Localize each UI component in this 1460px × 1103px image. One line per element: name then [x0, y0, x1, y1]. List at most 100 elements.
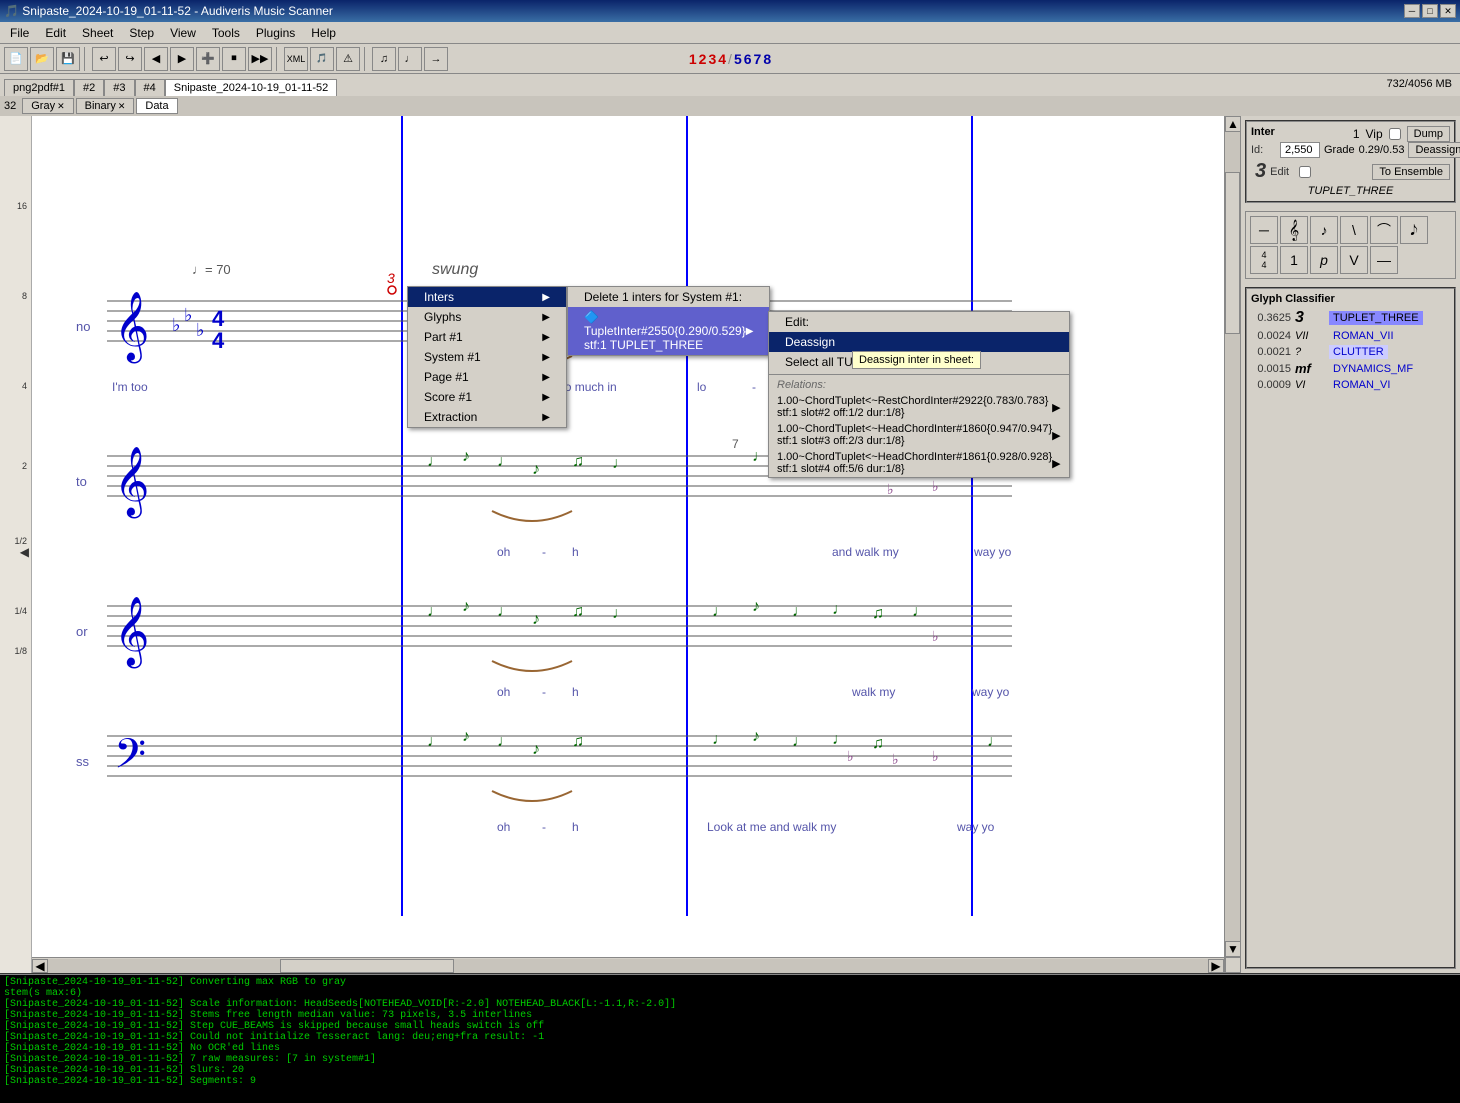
h-scroll-track[interactable] — [48, 959, 1208, 973]
midi-button[interactable]: 🎵 — [310, 47, 334, 71]
warn-button[interactable]: ⚠ — [336, 47, 360, 71]
sym-curved[interactable]: ⌒ — [1370, 216, 1398, 244]
save-button[interactable]: 💾 — [56, 47, 80, 71]
menu-file[interactable]: File — [2, 24, 37, 42]
rel2-arrow: ▶ — [1052, 429, 1060, 442]
v-scrollbar[interactable]: ▲ ▼ — [1224, 116, 1240, 973]
svg-text:to: to — [76, 474, 87, 489]
tab-png2pdf1[interactable]: png2pdf#1 — [4, 79, 74, 96]
undo-button[interactable]: ↩ — [92, 47, 116, 71]
ctx-page1[interactable]: Page #1 ▶ — [408, 367, 566, 387]
ctx-inters[interactable]: Inters ▶ — [408, 287, 566, 307]
step-8: 8 — [763, 51, 771, 67]
glyph-name-2[interactable]: CLUTTER — [1329, 345, 1388, 359]
h-scroll-left[interactable]: ◀ — [32, 959, 48, 973]
sym-dash[interactable]: — — [1370, 246, 1398, 274]
sym-v[interactable]: V — [1340, 246, 1368, 274]
menu-step[interactable]: Step — [121, 24, 162, 42]
stop-button[interactable]: ⏹ — [222, 47, 246, 71]
ctx-glyphs[interactable]: Glyphs ▶ — [408, 307, 566, 327]
relation-2[interactable]: 1.00~ChordTuplet<~HeadChordInter#1860{0.… — [769, 421, 1069, 449]
sym-semiquaver[interactable]: 𝅘𝅥𝅮 — [1400, 216, 1428, 244]
to-ensemble-button[interactable]: To Ensemble — [1372, 164, 1450, 180]
svg-text:♭: ♭ — [932, 478, 939, 494]
deassign-button[interactable]: Deassign — [1408, 142, 1460, 158]
log-area[interactable]: [Snipaste_2024-10-19_01-11-52] Convertin… — [0, 973, 1460, 1103]
menu-sheet[interactable]: Sheet — [74, 24, 121, 42]
maximize-button[interactable]: □ — [1422, 4, 1438, 18]
glyph-roman-3: mf — [1295, 361, 1325, 376]
tab-3[interactable]: #3 — [104, 79, 134, 96]
tab-4[interactable]: #4 — [135, 79, 165, 96]
inter-vip-checkbox[interactable] — [1389, 128, 1401, 140]
open-button[interactable]: 📂 — [30, 47, 54, 71]
sym-eighth[interactable]: ♪ — [1310, 216, 1338, 244]
sym-treble[interactable]: 𝄞 — [1280, 216, 1308, 244]
ctx-edit[interactable]: Edit: — [769, 312, 1069, 332]
xml-button[interactable]: XML — [284, 47, 308, 71]
tab-snipaste[interactable]: Snipaste_2024-10-19_01-11-52 — [165, 79, 338, 96]
inter-id-value: 2,550 — [1280, 142, 1320, 158]
menu-plugins[interactable]: Plugins — [248, 24, 303, 42]
h-scroll-thumb[interactable] — [280, 959, 454, 973]
ctx-deassign[interactable]: Deassign — [769, 332, 1069, 352]
sep2 — [276, 47, 280, 71]
tab-2[interactable]: #2 — [74, 79, 104, 96]
svg-text:♪: ♪ — [532, 741, 540, 758]
relation-3[interactable]: 1.00~ChordTuplet<~HeadChordInter#1861{0.… — [769, 449, 1069, 477]
sub-tab-gray[interactable]: Gray ✕ — [22, 98, 73, 114]
h-scroll-right[interactable]: ▶ — [1208, 959, 1224, 973]
redo-button[interactable]: ↪ — [118, 47, 142, 71]
v-scroll-track[interactable] — [1225, 132, 1240, 941]
sym-44[interactable]: 44 — [1250, 246, 1278, 274]
music-button[interactable]: ♫ — [372, 47, 396, 71]
glyph-name-1[interactable]: ROMAN_VII — [1329, 329, 1398, 343]
svg-text:♪: ♪ — [462, 448, 470, 465]
sub-tab-data[interactable]: Data — [136, 98, 177, 114]
run-button[interactable]: ▶▶ — [248, 47, 272, 71]
arrow-button[interactable]: → — [424, 47, 448, 71]
inter-edit-checkbox[interactable] — [1299, 166, 1311, 178]
v-scroll-down[interactable]: ▼ — [1225, 941, 1241, 957]
back-button[interactable]: ◀ — [144, 47, 168, 71]
glyph-name-0[interactable]: TUPLET_THREE — [1329, 311, 1423, 325]
minimize-button[interactable]: ─ — [1404, 4, 1420, 18]
gray-close[interactable]: ✕ — [57, 101, 65, 112]
sym-1[interactable]: 1 — [1280, 246, 1308, 274]
dump-button[interactable]: Dump — [1407, 126, 1450, 142]
ctx-tuplet-item[interactable]: 🔷 TupletInter#2550{0.290/0.529} stf:1 TU… — [568, 307, 769, 355]
new-button[interactable]: 📄 — [4, 47, 28, 71]
v-scroll-thumb[interactable] — [1225, 172, 1240, 334]
note-button[interactable]: ♩ — [398, 47, 422, 71]
step-2: 2 — [699, 51, 707, 67]
close-button[interactable]: ✕ — [1440, 4, 1456, 18]
relation-1[interactable]: 1.00~ChordTuplet<~RestChordInter#2922{0.… — [769, 393, 1069, 421]
svg-text:♩: ♩ — [497, 733, 513, 750]
ctx-system1[interactable]: System #1 ▶ — [408, 347, 566, 367]
sym-flag[interactable]: \ — [1340, 216, 1368, 244]
v-scroll-corner — [1225, 957, 1241, 973]
glyph-name-4[interactable]: ROMAN_VI — [1329, 378, 1394, 392]
sym-p[interactable]: p — [1310, 246, 1338, 274]
h-scrollbar[interactable]: ◀ ▶ — [32, 957, 1224, 973]
treble-clef-2: 𝄞 — [114, 447, 149, 518]
ctx-extraction[interactable]: Extraction ▶ — [408, 407, 566, 427]
add-button[interactable]: ➕ — [196, 47, 220, 71]
ctx-part1[interactable]: Part #1 ▶ — [408, 327, 566, 347]
v-scroll-up[interactable]: ▲ — [1225, 116, 1241, 132]
binary-close[interactable]: ✕ — [118, 101, 126, 112]
sym-minus[interactable]: ─ — [1250, 216, 1278, 244]
forward-button[interactable]: ▶ — [170, 47, 194, 71]
svg-text:♫: ♫ — [872, 735, 884, 752]
menu-edit[interactable]: Edit — [37, 24, 74, 42]
menu-view[interactable]: View — [162, 24, 204, 42]
collapse-arrow[interactable]: ◀ — [20, 545, 29, 559]
ctx-delete-inters[interactable]: Delete 1 inters for System #1: — [568, 287, 769, 307]
score-area[interactable]: 𝄞 𝄞 𝄞 𝄢 ♭ ♭ ♭ 4 4 ♩= 70 — [32, 116, 1224, 957]
sub-tab-binary[interactable]: Binary ✕ — [76, 98, 135, 114]
menu-tools[interactable]: Tools — [204, 24, 248, 42]
glyph-name-3[interactable]: DYNAMICS_MF — [1329, 362, 1417, 376]
step-3: 3 — [708, 51, 716, 67]
menu-help[interactable]: Help — [303, 24, 344, 42]
ctx-score1[interactable]: Score #1 ▶ — [408, 387, 566, 407]
